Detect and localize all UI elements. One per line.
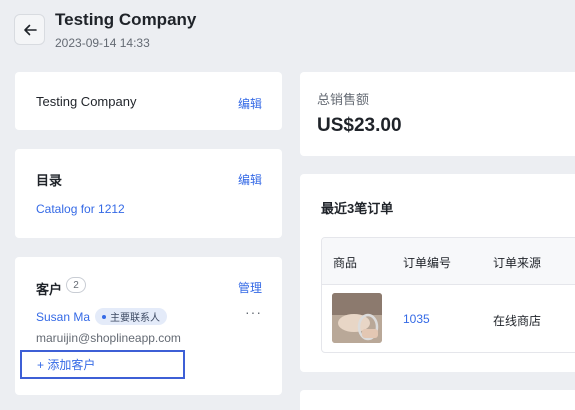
company-edit-link[interactable]: 编辑 <box>238 95 262 112</box>
product-thumbnail[interactable] <box>332 293 382 343</box>
primary-contact-badge: 主要联系人 <box>95 308 167 325</box>
column-header-order-number: 订单编号 <box>403 256 452 270</box>
orders-table: 商品 订单编号 订单来源 1035 在线商店 <box>321 237 575 353</box>
page-title: Testing Company <box>55 10 197 29</box>
recent-orders-title: 最近3笔订单 <box>321 201 394 216</box>
catalog-edit-link[interactable]: 编辑 <box>238 171 262 188</box>
company-card: Testing Company 编辑 <box>15 72 282 130</box>
manage-customers-link[interactable]: 管理 <box>238 279 262 296</box>
add-customer-button[interactable]: + 添加客户 <box>20 350 185 379</box>
column-header-product: 商品 <box>333 256 358 270</box>
total-sales-label: 总销售额 <box>317 92 370 107</box>
back-button[interactable] <box>14 14 45 45</box>
company-name: Testing Company <box>36 94 137 109</box>
customer-email: maruijin@shoplineapp.com <box>36 331 181 345</box>
column-header-order-source: 订单来源 <box>493 256 542 270</box>
total-sales-card: 总销售额 US$23.00 <box>300 72 575 156</box>
orders-table-header: 商品 订单编号 订单来源 <box>322 238 575 285</box>
order-number-link[interactable]: 1035 <box>403 312 430 326</box>
dot-icon <box>102 314 106 319</box>
customer-name-link[interactable]: Susan Ma <box>36 310 90 324</box>
customer-card: 客户 2 管理 Susan Ma 主要联系人 ··· maruijin@shop… <box>15 257 282 395</box>
catalog-link[interactable]: Catalog for 1212 <box>36 202 125 216</box>
recent-orders-card: 最近3笔订单 商品 订单编号 订单来源 1035 在线商店 <box>300 174 575 372</box>
arrow-left-icon <box>23 24 37 35</box>
order-source: 在线商店 <box>493 314 542 328</box>
catalog-title: 目录 <box>36 173 63 188</box>
primary-contact-label: 主要联系人 <box>110 313 160 324</box>
product-image-icon <box>332 293 382 343</box>
customer-count-badge: 2 <box>66 277 86 293</box>
total-sales-amount: US$23.00 <box>317 115 402 136</box>
customer-title: 客户 <box>36 282 63 297</box>
bottom-card <box>300 390 575 410</box>
more-options-icon[interactable]: ··· <box>245 304 262 320</box>
page-datetime: 2023-09-14 14:33 <box>55 36 150 50</box>
catalog-card: 目录 编辑 Catalog for 1212 <box>15 149 282 238</box>
